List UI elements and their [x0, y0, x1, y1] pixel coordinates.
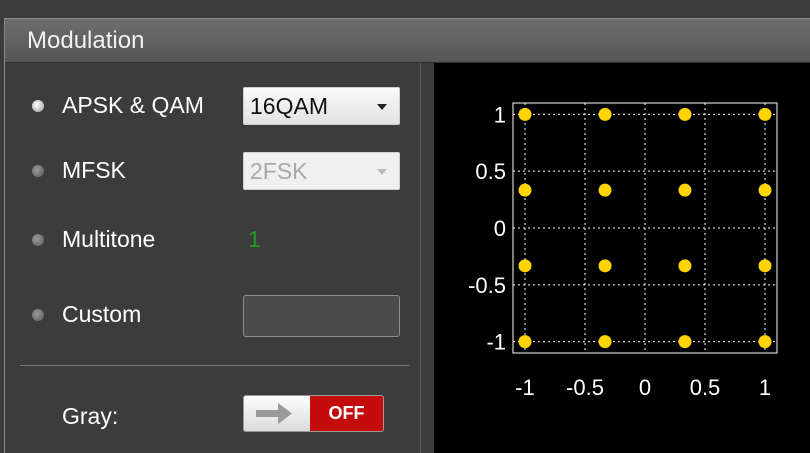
x-tick-label: -1: [515, 375, 535, 400]
multitone-count: 1: [248, 226, 261, 252]
constellation-plot-area: -1 -0.5 0 0.5 1 1 0.5 0 -0.5 -1: [434, 63, 810, 453]
gray-toggle[interactable]: OFF: [243, 395, 384, 432]
panel-splitter: [420, 63, 421, 453]
constellation-point: [758, 335, 772, 349]
constellation-point: [678, 259, 692, 273]
option-custom[interactable]: Custom: [5, 293, 420, 339]
toggle-state-label: OFF: [328, 403, 365, 423]
constellation-point: [758, 183, 772, 197]
gray-label: Gray:: [62, 403, 119, 429]
modulation-panel: Modulation APSK & QAM 16QAM MFSK 2FSK Mu…: [0, 0, 810, 453]
fsk-order-value: 2FSK: [250, 158, 308, 184]
constellation-point: [598, 259, 612, 273]
apsk-qam-radio[interactable]: [32, 100, 44, 112]
modulation-options: APSK & QAM 16QAM MFSK 2FSK Multitone 1 C…: [5, 63, 420, 453]
constellation-point: [758, 259, 772, 273]
panel-header: Modulation: [5, 19, 810, 63]
toggle-off-area: OFF: [310, 396, 383, 431]
multitone-radio[interactable]: [32, 234, 44, 246]
panel-title: Modulation: [27, 27, 145, 54]
y-tick-label: -0.5: [468, 273, 506, 298]
mfsk-radio[interactable]: [32, 165, 44, 177]
x-tick-label: 0.5: [690, 375, 721, 400]
custom-radio[interactable]: [32, 309, 44, 321]
custom-input[interactable]: [243, 295, 400, 337]
constellation-point: [518, 107, 532, 121]
option-apsk-qam[interactable]: APSK & QAM 16QAM: [5, 84, 420, 130]
arrow-right-icon: [256, 403, 292, 424]
multitone-label: Multitone: [62, 226, 156, 252]
constellation-point: [518, 183, 532, 197]
constellation-point: [598, 107, 612, 121]
x-tick-label: 0: [639, 375, 651, 400]
constellation-point: [758, 107, 772, 121]
chevron-down-icon: [377, 104, 387, 110]
qam-order-value: 16QAM: [250, 93, 328, 119]
apsk-qam-label: APSK & QAM: [62, 92, 204, 118]
constellation-point: [518, 259, 532, 273]
constellation-point: [598, 183, 612, 197]
option-mfsk[interactable]: MFSK 2FSK: [5, 149, 420, 195]
constellation-chart: -1 -0.5 0 0.5 1 1 0.5 0 -0.5 -1: [468, 102, 778, 400]
constellation-point: [678, 183, 692, 197]
constellation-point: [678, 107, 692, 121]
y-tick-label: 1: [494, 102, 506, 127]
fsk-order-dropdown[interactable]: 2FSK: [243, 152, 400, 190]
mfsk-label: MFSK: [62, 157, 126, 183]
y-tick-label: 0: [494, 216, 506, 241]
custom-label: Custom: [62, 301, 142, 327]
section-divider: [20, 365, 410, 366]
qam-order-dropdown[interactable]: 16QAM: [243, 87, 400, 125]
chevron-down-icon: [377, 169, 387, 175]
x-tick-label: -0.5: [566, 375, 604, 400]
x-tick-label: 1: [759, 375, 771, 400]
option-multitone[interactable]: Multitone 1: [5, 218, 420, 264]
y-tick-label: 0.5: [475, 159, 506, 184]
constellation-point: [518, 335, 532, 349]
y-tick-label: -1: [486, 330, 506, 355]
constellation-point: [678, 335, 692, 349]
constellation-point: [598, 335, 612, 349]
toggle-handle[interactable]: [244, 396, 310, 431]
